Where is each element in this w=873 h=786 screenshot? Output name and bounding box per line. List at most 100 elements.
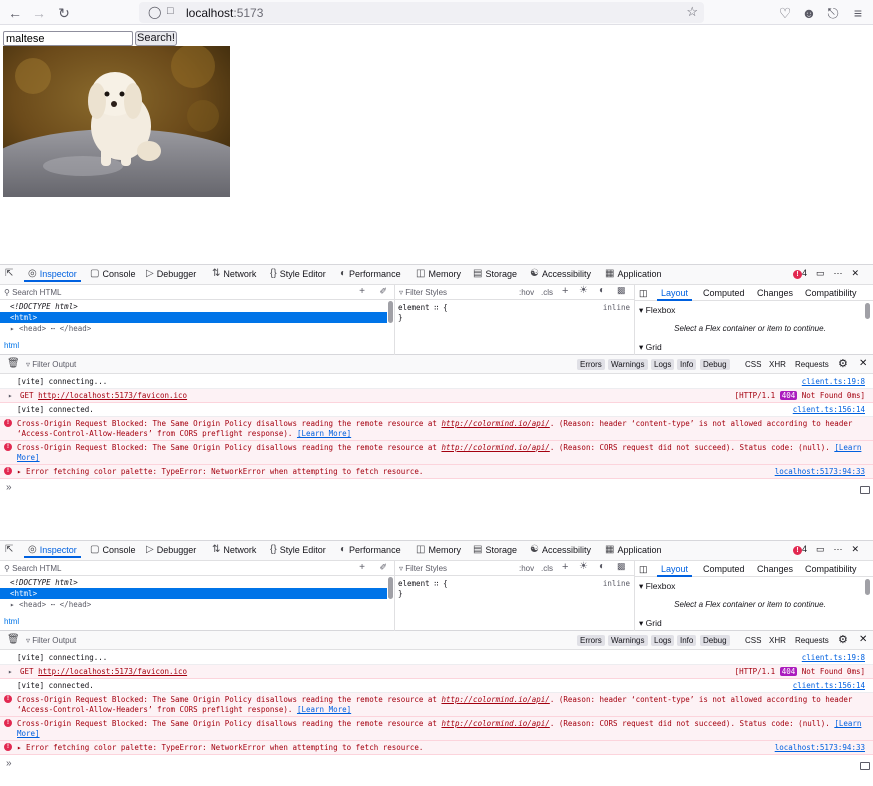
search-input[interactable]: [3, 31, 133, 46]
favicon-link[interactable]: http://localhost:5173/favicon.ico: [38, 667, 187, 676]
split-console-icon[interactable]: [860, 486, 870, 494]
tab-compatibility[interactable]: Compatibility: [805, 288, 857, 298]
dock-icon[interactable]: ▭: [816, 544, 825, 555]
error-count[interactable]: ! 4: [793, 544, 807, 555]
url-bar[interactable]: ◯ □ localhost:5173 ☆: [139, 2, 704, 23]
filter-xhr[interactable]: XHR: [766, 359, 789, 370]
expand-icon[interactable]: ▸: [8, 391, 13, 401]
breadcrumb[interactable]: html: [4, 341, 19, 350]
tab-inspector[interactable]: ◎ Inspector: [24, 268, 81, 282]
light-theme-icon[interactable]: ☀: [579, 285, 588, 296]
dark-theme-icon[interactable]: ◐: [599, 561, 605, 572]
log-source[interactable]: client.ts:156:14: [793, 405, 865, 415]
tab-network[interactable]: ⇅ Network: [212, 268, 256, 279]
sidebar-toggle-icon[interactable]: ◫: [639, 288, 648, 299]
rule-element[interactable]: element ∷ {}: [398, 579, 448, 599]
markup-html-selected[interactable]: <html>: [0, 312, 387, 323]
close-icon[interactable]: ✕: [852, 544, 860, 555]
search-button[interactable]: Search!: [135, 31, 177, 46]
favicon-link[interactable]: http://localhost:5173/favicon.ico: [38, 391, 187, 400]
filter-requests[interactable]: Requests: [792, 359, 832, 370]
print-icon[interactable]: ▩: [617, 561, 626, 572]
trash-icon[interactable]: 🗑: [7, 358, 20, 369]
tab-style-editor[interactable]: {} Style Editor: [270, 268, 326, 279]
tab-style-editor[interactable]: {} Style Editor: [270, 544, 326, 555]
filter-styles[interactable]: ▿ Filter Styles :hov .cls + ☀ ◐ ▩: [395, 561, 635, 576]
add-rule-icon[interactable]: +: [562, 561, 568, 573]
tab-changes[interactable]: Changes: [757, 288, 793, 298]
filter-debug[interactable]: Debug: [700, 359, 730, 370]
grid-section[interactable]: ▾ Grid: [635, 618, 865, 629]
search-html[interactable]: ⚲ Search HTML + ✐: [0, 561, 395, 576]
filter-warnings[interactable]: Warnings: [608, 359, 648, 370]
markup-head[interactable]: ▸ <head> ⋯ </head>: [0, 599, 387, 610]
tab-network[interactable]: ⇅ Network: [212, 544, 256, 555]
eyedropper-icon[interactable]: ✐: [379, 562, 387, 573]
filter-xhr[interactable]: XHR: [766, 635, 789, 646]
filter-requests[interactable]: Requests: [792, 635, 832, 646]
log-message[interactable]: ▸ Error fetching color palette: TypeErro…: [17, 743, 865, 753]
flexbox-section[interactable]: ▾ Flexbox: [635, 305, 865, 316]
extensions-icon[interactable]: ⎋: [824, 4, 842, 22]
filter-output[interactable]: ▿ Filter Output: [26, 360, 76, 369]
flexbox-section[interactable]: ▾ Flexbox: [635, 581, 865, 592]
filter-logs[interactable]: Logs: [651, 359, 675, 370]
tab-changes[interactable]: Changes: [757, 564, 793, 574]
filter-warnings[interactable]: Warnings: [608, 635, 648, 646]
add-node-icon[interactable]: +: [359, 562, 365, 573]
filter-styles[interactable]: ▿ Filter Styles :hov .cls + ☀ ◐ ▩: [395, 285, 635, 300]
breadcrumb[interactable]: html: [4, 617, 19, 626]
tab-performance[interactable]: ◐ Performance: [340, 544, 401, 555]
tab-layout[interactable]: Layout: [656, 288, 693, 301]
add-node-icon[interactable]: +: [359, 286, 365, 297]
bookmark-star-icon[interactable]: ☆: [686, 4, 698, 20]
console-close-icon[interactable]: ✕: [859, 634, 867, 645]
console-prompt[interactable]: »: [6, 758, 12, 769]
markup-html-selected[interactable]: <html>: [0, 588, 387, 599]
learn-more-link[interactable]: [Learn More]: [297, 705, 351, 714]
hov-toggle[interactable]: :hov: [519, 564, 534, 573]
more-options-icon[interactable]: ⋯: [834, 268, 843, 279]
tab-performance[interactable]: ◐ Performance: [340, 268, 401, 279]
cls-toggle[interactable]: .cls: [541, 564, 553, 573]
search-html[interactable]: ⚲ Search HTML + ✐: [0, 285, 395, 300]
tab-debugger[interactable]: ▷ Debugger: [146, 544, 196, 555]
filter-info[interactable]: Info: [677, 635, 697, 646]
tab-accessibility[interactable]: ☯ Accessibility: [530, 544, 591, 555]
markup-doctype[interactable]: <!DOCTYPE html>: [0, 577, 387, 588]
tab-memory[interactable]: ◫ Memory: [416, 544, 461, 555]
colormind-link[interactable]: http://colormind.io/api/: [441, 443, 549, 452]
log-source[interactable]: localhost:5173:94:33: [775, 467, 865, 477]
pick-element-icon[interactable]: ⇱: [5, 268, 13, 279]
filter-debug[interactable]: Debug: [700, 635, 730, 646]
console-close-icon[interactable]: ✕: [859, 358, 867, 369]
tab-debugger[interactable]: ▷ Debugger: [146, 268, 196, 279]
markup-scrollbar[interactable]: [388, 577, 393, 599]
learn-more-link[interactable]: [Learn More]: [297, 429, 351, 438]
dark-theme-icon[interactable]: ◐: [599, 285, 605, 296]
tab-console[interactable]: ▢ Console: [90, 268, 135, 279]
tab-computed[interactable]: Computed: [703, 288, 745, 298]
layout-scrollbar[interactable]: [865, 303, 870, 319]
forward-icon[interactable]: →: [30, 4, 48, 22]
shield-icon[interactable]: ◯: [148, 5, 161, 19]
log-message[interactable]: ▸ Error fetching color palette: TypeErro…: [17, 467, 865, 477]
filter-logs[interactable]: Logs: [651, 635, 675, 646]
grid-section[interactable]: ▾ Grid: [635, 342, 865, 353]
tab-computed[interactable]: Computed: [703, 564, 745, 574]
add-rule-icon[interactable]: +: [562, 285, 568, 297]
dock-icon[interactable]: ▭: [816, 268, 825, 279]
console-prompt[interactable]: »: [6, 482, 12, 493]
pick-element-icon[interactable]: ⇱: [5, 544, 13, 555]
filter-errors[interactable]: Errors: [577, 635, 605, 646]
console-settings-icon[interactable]: ⚙: [838, 357, 848, 370]
log-source[interactable]: client.ts:156:14: [793, 681, 865, 691]
more-options-icon[interactable]: ⋯: [834, 544, 843, 555]
log-source[interactable]: client.ts:19:8: [802, 653, 865, 663]
colormind-link[interactable]: http://colormind.io/api/: [441, 695, 549, 704]
cls-toggle[interactable]: .cls: [541, 288, 553, 297]
filter-errors[interactable]: Errors: [577, 359, 605, 370]
error-count[interactable]: ! 4: [793, 268, 807, 279]
expand-icon[interactable]: ▸: [8, 667, 13, 677]
close-icon[interactable]: ✕: [852, 268, 860, 279]
